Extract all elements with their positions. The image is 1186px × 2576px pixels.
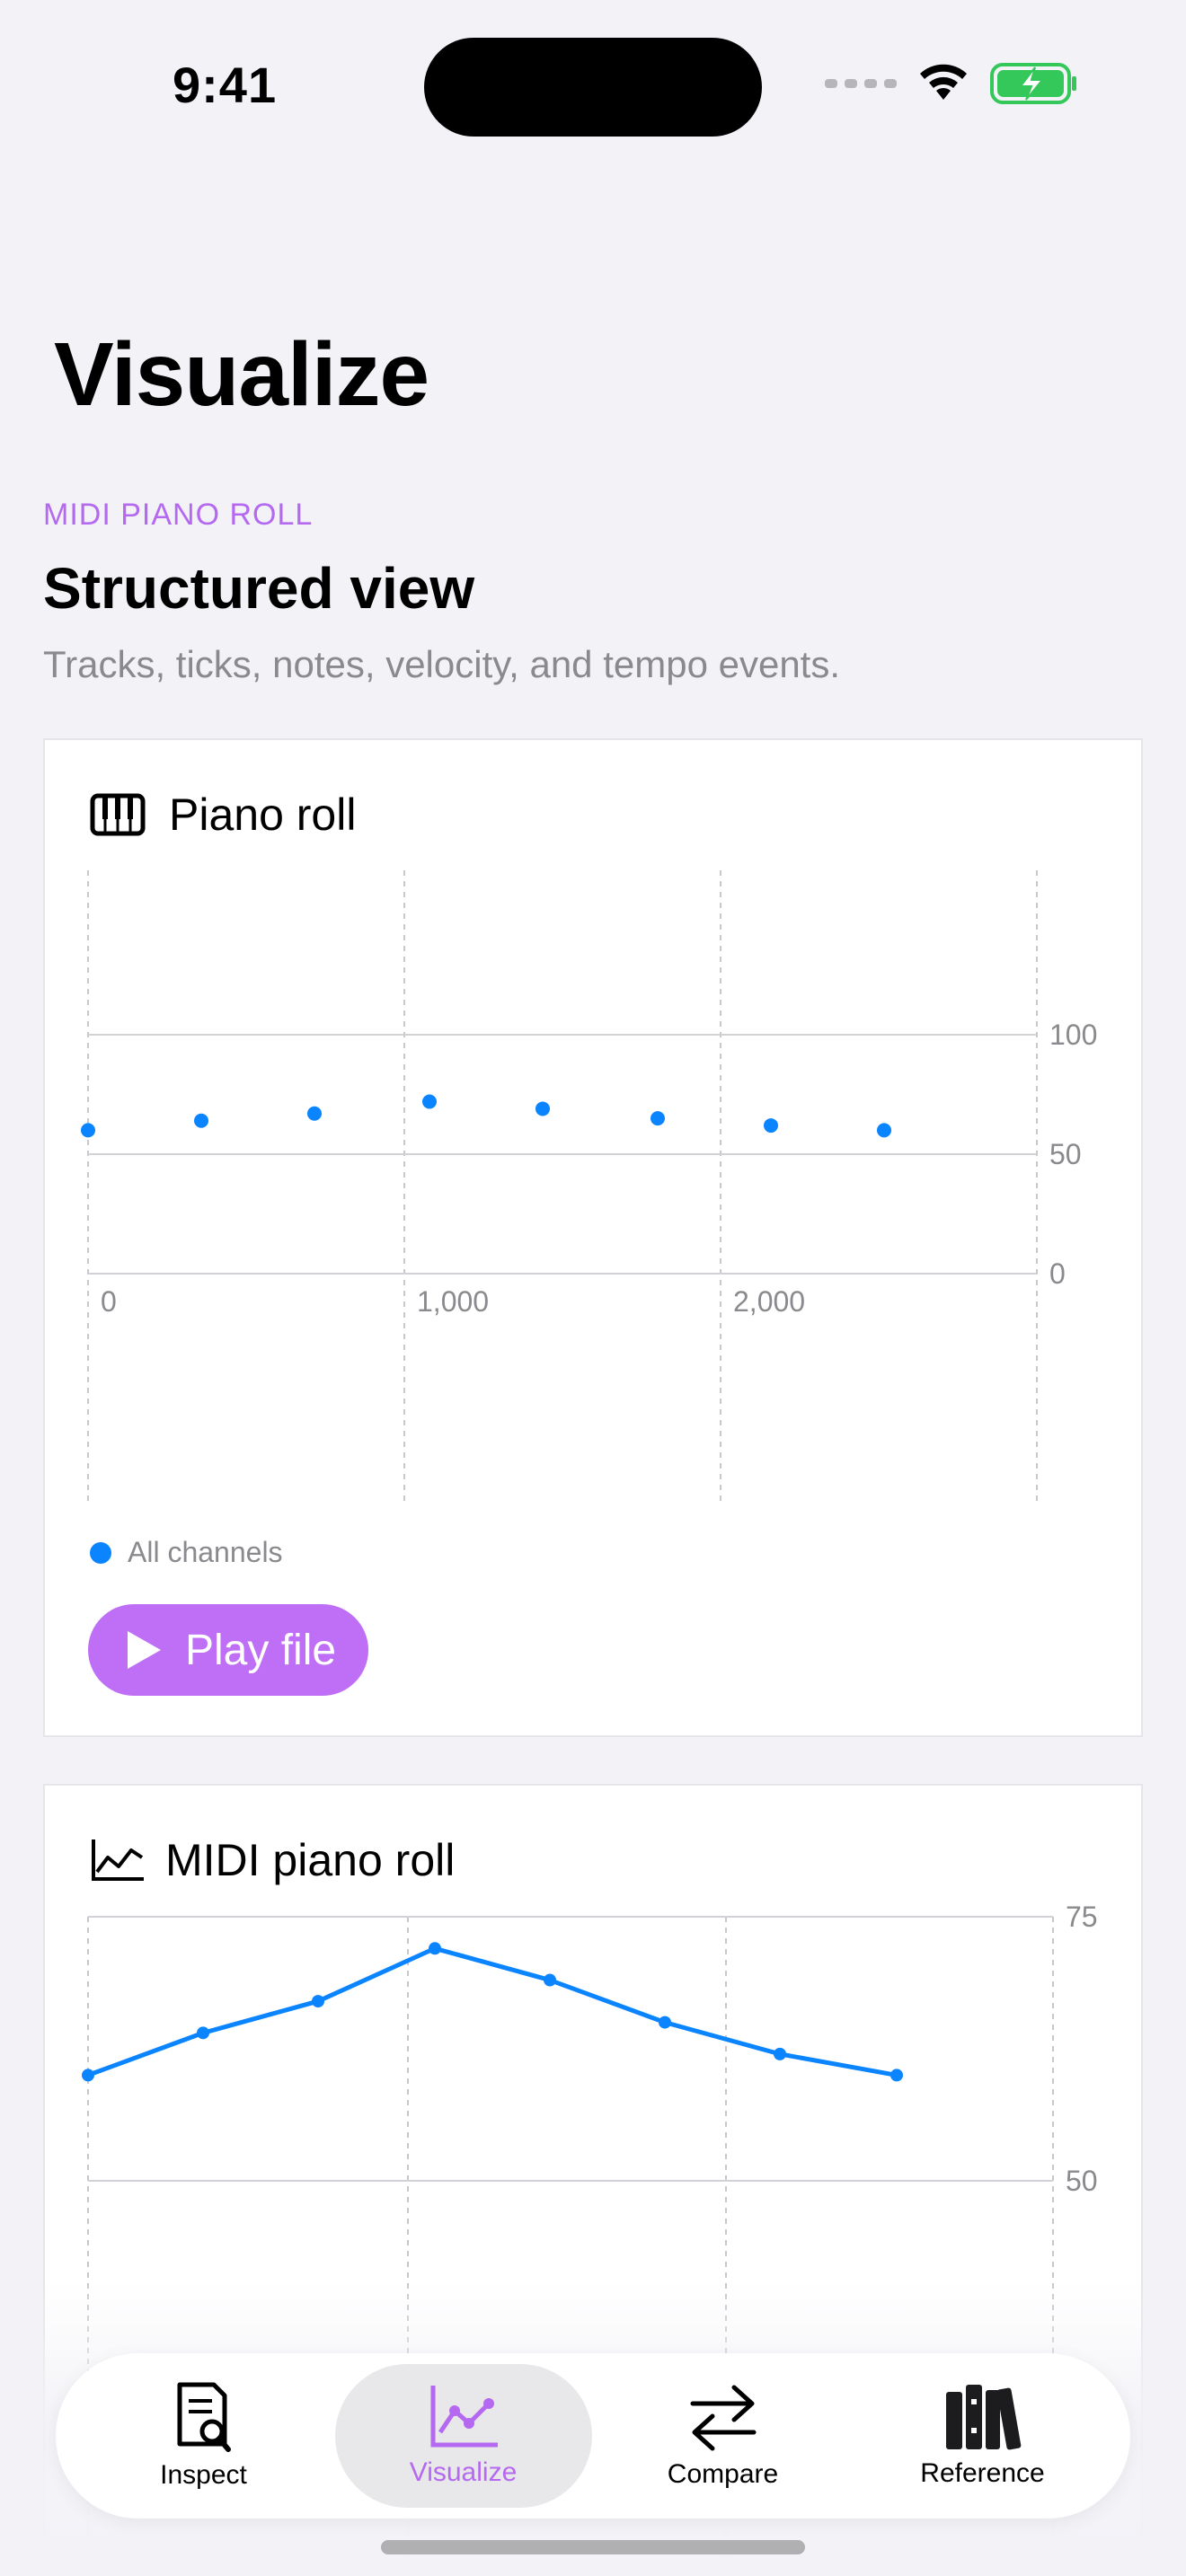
data-point (197, 2026, 209, 2040)
play-icon (128, 1631, 161, 1669)
play-file-label: Play file (185, 1626, 337, 1674)
tab-visualize[interactable]: Visualize (334, 2364, 592, 2508)
data-point (81, 1123, 95, 1138)
y-tick-label: 100 (1049, 1019, 1097, 1051)
wifi-icon (920, 64, 967, 100)
tab-label: Compare (667, 2459, 779, 2489)
line-chart-icon (430, 2386, 498, 2448)
tab-inspect[interactable]: Inspect (75, 2364, 332, 2508)
tab-label: Visualize (409, 2457, 518, 2487)
y-tick-label: 50 (1066, 2165, 1098, 2197)
section-eyebrow: MIDI PIANO ROLL (43, 498, 314, 532)
data-point (890, 2069, 903, 2082)
section-title: Structured view (43, 556, 475, 621)
y-tick-label: 75 (1066, 1901, 1098, 1933)
document-search-icon (177, 2382, 231, 2452)
play-file-button[interactable]: Play file (88, 1604, 369, 1696)
data-point (659, 2016, 671, 2029)
data-point (82, 2069, 94, 2082)
data-point (429, 1942, 441, 1955)
status-time: 9:41 (173, 57, 278, 113)
data-point (312, 1995, 324, 2008)
tab-compare[interactable]: Compare (595, 2364, 852, 2508)
chart-legend: All channels (90, 1536, 283, 1569)
tab-bar: Inspect Visualize Compare Reference (56, 2353, 1130, 2519)
section-subtitle: Tracks, ticks, notes, velocity, and temp… (43, 643, 841, 685)
piano-roll-scatter-chart: 0 50 100 0 1,000 2,000 (81, 870, 1097, 1504)
swap-arrows-icon (690, 2385, 756, 2451)
x-tick-label: 1,000 (417, 1285, 489, 1318)
tab-reference[interactable]: Reference (854, 2364, 1111, 2508)
y-tick-label: 0 (1049, 1257, 1066, 1290)
data-point (877, 1123, 891, 1138)
home-indicator (381, 2540, 805, 2554)
page-title: Visualize (54, 324, 429, 425)
books-icon (945, 2385, 1021, 2450)
legend-swatch (90, 1541, 111, 1564)
data-point (194, 1113, 208, 1128)
data-point (764, 1118, 778, 1134)
data-point (544, 1973, 556, 1987)
dynamic-island (424, 38, 762, 137)
legend-label: All channels (128, 1536, 283, 1568)
x-tick-label: 0 (101, 1285, 117, 1318)
cellular-signal-icon (825, 79, 897, 88)
data-point (535, 1101, 550, 1116)
data-point (307, 1106, 322, 1121)
data-point (422, 1094, 437, 1109)
tab-label: Inspect (160, 2460, 247, 2490)
x-tick-label: 2,000 (733, 1285, 805, 1318)
data-point (774, 2047, 786, 2060)
status-icons (825, 63, 1078, 104)
data-point (651, 1111, 665, 1126)
y-tick-label: 50 (1049, 1138, 1082, 1170)
piano-roll-card: Piano roll 0 50 100 0 1,000 2,000 All channel… (43, 738, 1143, 1737)
tab-label: Reference (920, 2458, 1045, 2488)
battery-charging-icon (990, 63, 1076, 104)
screen: 9:41 Visualize MIDI PIANO ROLL Structure… (0, 0, 1186, 2576)
